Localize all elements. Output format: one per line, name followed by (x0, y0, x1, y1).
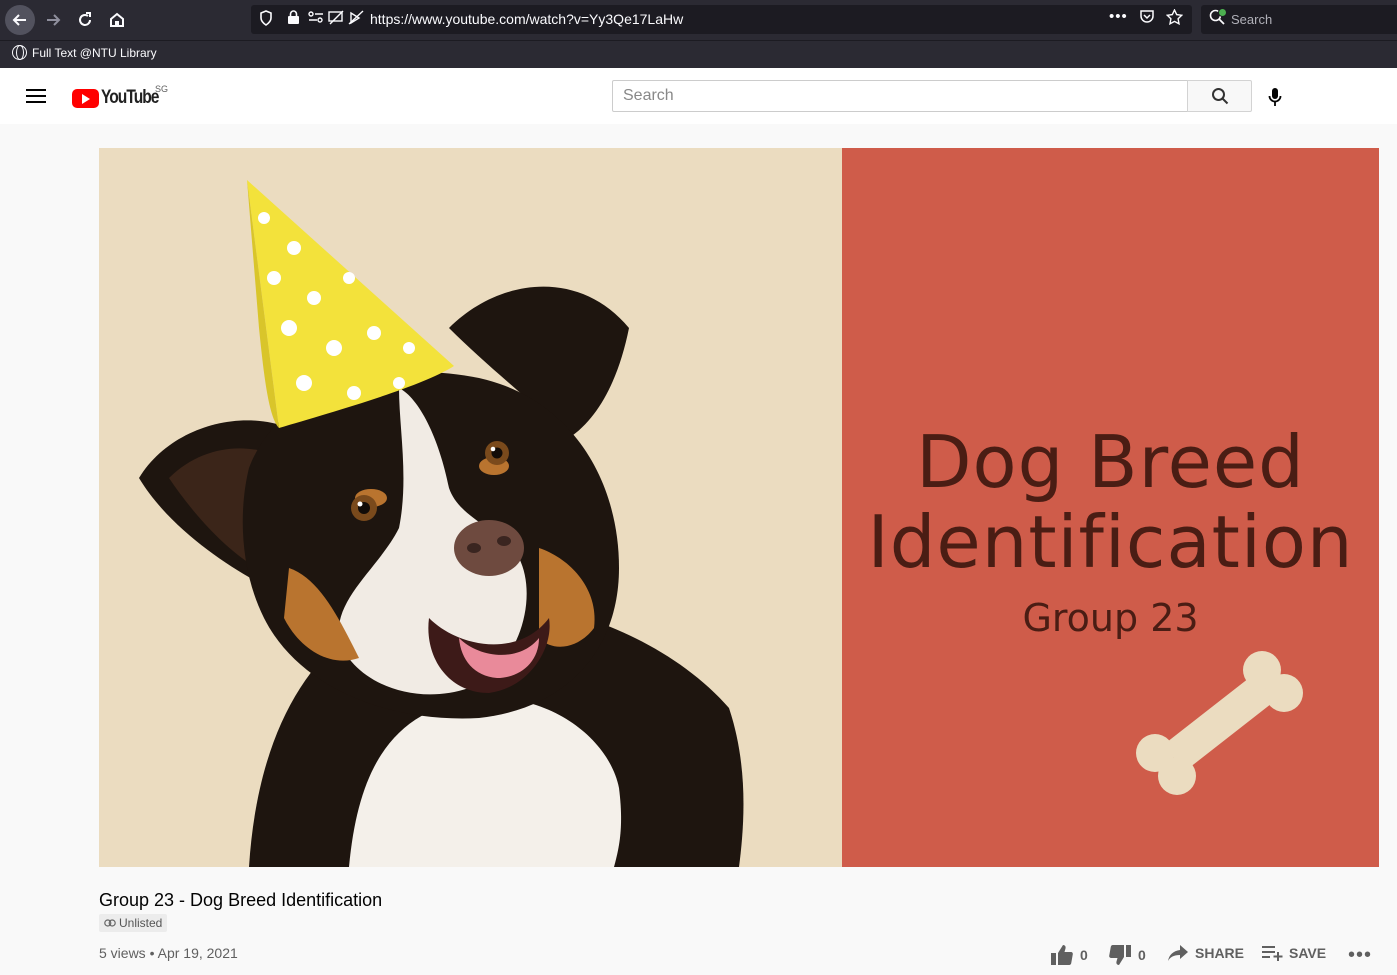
forward-button[interactable] (38, 5, 68, 35)
reload-button[interactable] (70, 5, 100, 35)
share-label: SHARE (1195, 945, 1245, 961)
url-bar[interactable]: https://www.youtube.com/watch?v=Yy3Qe17L… (251, 5, 1192, 34)
menu-icon[interactable] (26, 89, 46, 103)
view-count: 5 views (99, 945, 146, 961)
share-button[interactable]: SHARE (1167, 944, 1244, 962)
search-box[interactable] (612, 80, 1188, 112)
page-actions-icon[interactable]: ••• (1109, 8, 1128, 25)
like-button[interactable]: 0 (1050, 944, 1088, 966)
bookmarks-bar: Full Text @NTU Library (0, 40, 1397, 68)
thumbnail-title-panel: Dog Breed Identification Group 23 (842, 148, 1379, 867)
thumbnail-photo (99, 148, 842, 867)
pocket-icon[interactable] (1139, 9, 1155, 28)
browser-search-placeholder: Search (1231, 12, 1273, 27)
more-actions-icon[interactable]: ••• (1348, 944, 1372, 967)
unlisted-badge: Unlisted (99, 914, 168, 932)
browser-toolbar: https://www.youtube.com/watch?v=Yy3Qe17L… (0, 0, 1397, 40)
globe-icon (12, 45, 27, 60)
upload-date: Apr 19, 2021 (157, 945, 238, 961)
autoplay-blocked-icon[interactable] (348, 10, 364, 28)
country-code: SG (155, 84, 169, 94)
back-button[interactable] (5, 5, 35, 35)
blocked-media-icon[interactable] (328, 10, 344, 28)
thumbnail-subtitle: Group 23 (1022, 596, 1199, 640)
browser-search-bar[interactable]: Search (1201, 5, 1397, 34)
lock-icon[interactable] (287, 10, 300, 28)
bookmark-star-icon[interactable] (1165, 8, 1184, 29)
home-icon (110, 12, 124, 27)
thumbs-down-icon (1109, 945, 1131, 965)
video-meta: 5 views • Apr 19, 2021 (99, 945, 238, 961)
home-button[interactable] (102, 5, 132, 35)
link-icon (104, 919, 116, 927)
permissions-icon[interactable] (308, 10, 324, 27)
playlist-add-icon (1262, 946, 1283, 961)
like-count: 0 (1080, 947, 1088, 963)
microphone-icon (1268, 88, 1282, 106)
video-title: Group 23 - Dog Breed Identification (99, 890, 383, 910)
unlisted-label: Unlisted (119, 916, 163, 930)
meta-separator: • (149, 945, 158, 961)
thumbnail-title-line1: Dog Breed (916, 420, 1305, 504)
dislike-button[interactable]: 0 (1108, 944, 1146, 966)
dog-photo-illustration (139, 180, 744, 867)
shield-icon[interactable] (259, 10, 273, 29)
bone-icon (1136, 651, 1303, 795)
thumbs-up-icon (1051, 945, 1073, 965)
thumbnail-title-line2: Identification (867, 500, 1354, 584)
youtube-wordmark: YouTube (101, 87, 159, 108)
share-icon (1168, 945, 1188, 961)
arrow-left-icon (12, 14, 26, 26)
bookmark-label: Full Text @NTU Library (32, 45, 157, 60)
reload-icon (79, 12, 91, 26)
dislike-count: 0 (1138, 947, 1146, 963)
save-button[interactable]: SAVE (1261, 944, 1326, 962)
save-label: SAVE (1289, 945, 1327, 961)
youtube-logo[interactable]: YouTube SG (72, 84, 171, 109)
bookmark-ntu-library[interactable]: Full Text @NTU Library (12, 45, 157, 60)
video-player[interactable]: Dog Breed Identification Group 23 (99, 148, 1379, 867)
arrow-right-icon (47, 14, 61, 26)
search-input[interactable] (613, 81, 1187, 111)
voice-search-button[interactable] (1262, 84, 1288, 110)
youtube-header: YouTube SG (0, 68, 1397, 124)
url-text[interactable]: https://www.youtube.com/watch?v=Yy3Qe17L… (370, 11, 683, 27)
search-button[interactable] (1187, 80, 1252, 112)
youtube-play-icon (72, 88, 99, 108)
search-icon (1211, 88, 1228, 105)
search-engine-badge-icon (1218, 8, 1227, 17)
